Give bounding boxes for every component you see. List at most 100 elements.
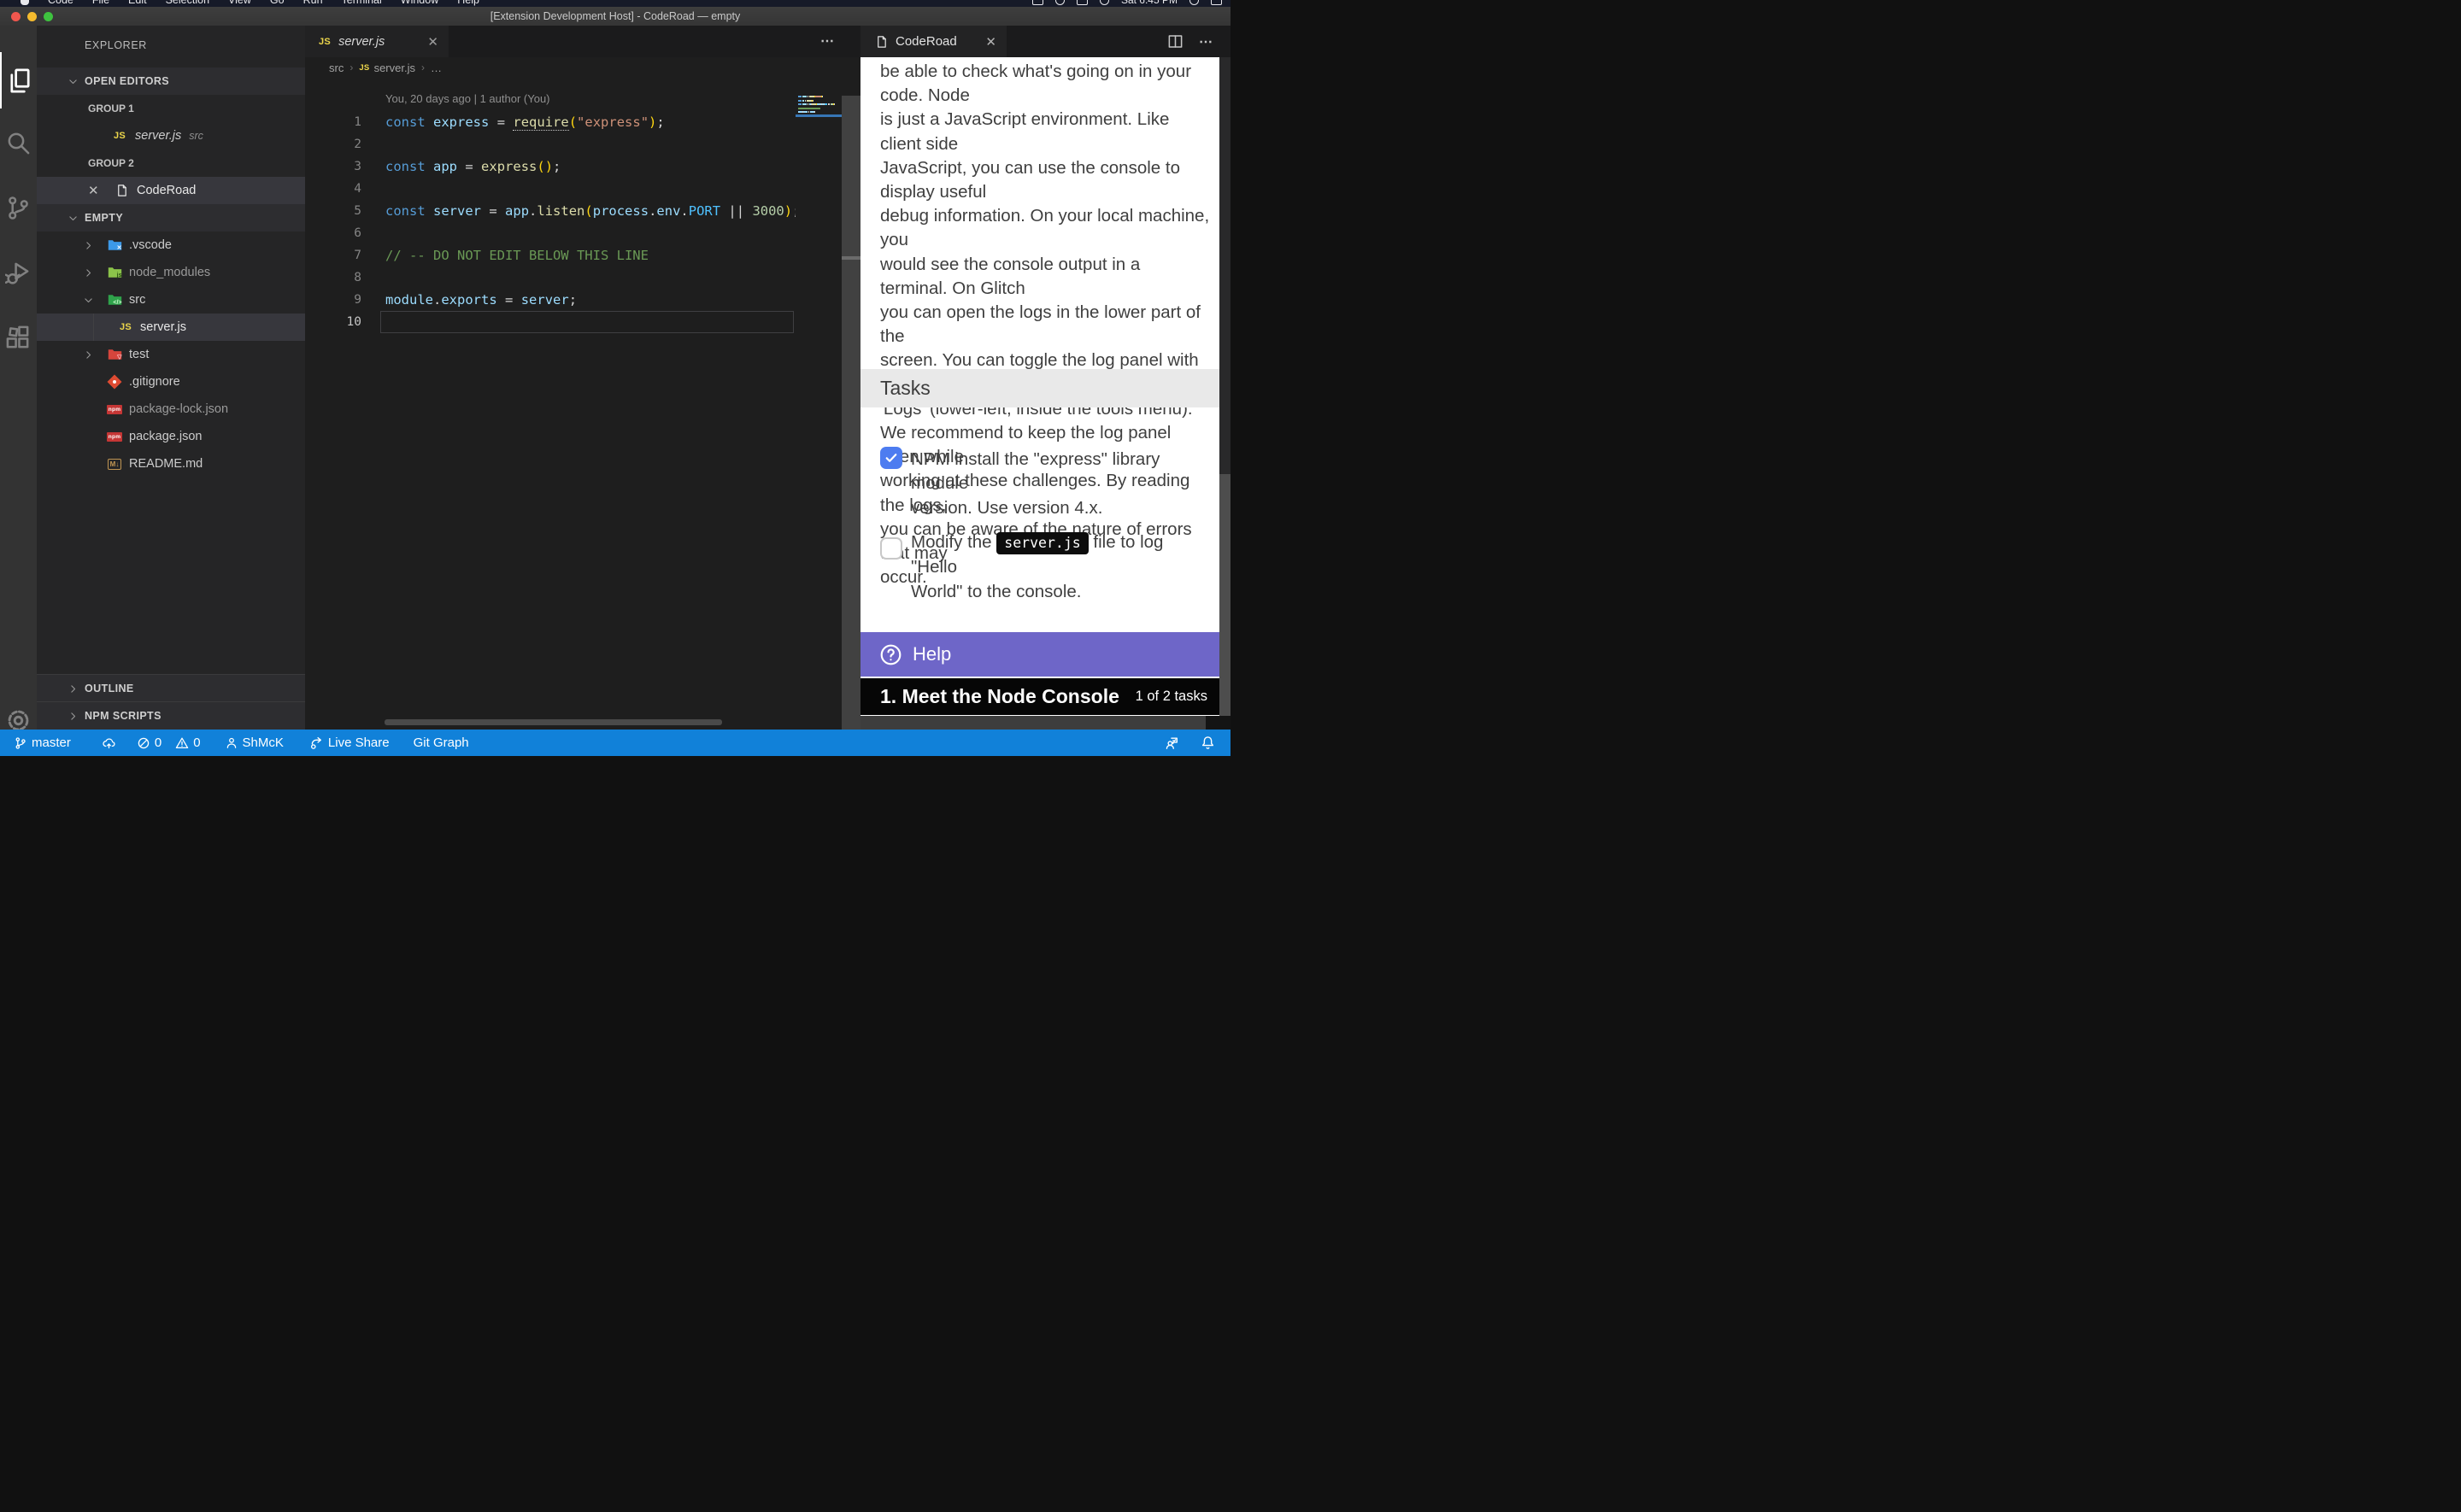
menu-item-window[interactable]: Window bbox=[401, 0, 438, 6]
help-icon bbox=[879, 643, 902, 666]
sidebar-item-package-lock.json[interactable]: npmpackage-lock.json bbox=[37, 396, 305, 423]
status-feedback-button[interactable] bbox=[1165, 735, 1180, 750]
tab-coderoad[interactable]: CodeRoad ✕ bbox=[860, 26, 1007, 57]
sidebar-item-node_modules[interactable]: jsnode_modules bbox=[37, 259, 305, 286]
code-lines: 1const express = require("express");23co… bbox=[305, 111, 860, 333]
activity-bar bbox=[0, 26, 37, 730]
menu-clock[interactable]: Sat 6:45 PM bbox=[1121, 0, 1178, 6]
status-bell-button[interactable] bbox=[1201, 735, 1215, 750]
status-cloud-upload[interactable] bbox=[102, 736, 116, 750]
sidebar-title: EXPLORER bbox=[85, 39, 147, 51]
status-problems[interactable]: 00 bbox=[137, 735, 201, 750]
more-actions-icon[interactable]: ⋯ bbox=[1199, 33, 1213, 50]
close-editor-icon[interactable]: ✕ bbox=[88, 183, 99, 198]
menu-status-icon[interactable] bbox=[1211, 0, 1222, 5]
tab-server-js[interactable]: JS server.js ✕ bbox=[305, 26, 449, 57]
sidebar-item-test[interactable]: ▽test bbox=[37, 341, 305, 368]
code-line-8[interactable]: 8 bbox=[305, 267, 860, 289]
code-line-10[interactable]: 10 bbox=[305, 311, 860, 333]
panel-bottom-strip bbox=[860, 716, 1206, 730]
sidebar-item-.vscode[interactable]: ✕.vscode bbox=[37, 231, 305, 259]
tab-label: CodeRoad bbox=[896, 34, 957, 49]
menu-status-icon[interactable] bbox=[1077, 0, 1088, 5]
activity-extensions[interactable] bbox=[0, 309, 37, 366]
menu-status-icon[interactable] bbox=[1032, 0, 1043, 5]
help-label: Help bbox=[913, 643, 951, 665]
status-shmck[interactable]: ShMcK bbox=[225, 735, 284, 750]
menu-status-icon[interactable] bbox=[1100, 0, 1109, 5]
activity-explorer[interactable] bbox=[0, 52, 38, 108]
code-line-6[interactable]: 6 bbox=[305, 222, 860, 244]
menu-item-edit[interactable]: Edit bbox=[128, 0, 147, 6]
section-npm-scripts[interactable]: NPM SCRIPTS bbox=[37, 701, 305, 730]
menu-item-help[interactable]: Help bbox=[457, 0, 479, 6]
sidebar-item-server.js[interactable]: JSserver.js bbox=[37, 314, 305, 341]
close-tab-icon[interactable]: ✕ bbox=[427, 34, 438, 50]
sidebar-item-readme.md[interactable]: M↓README.md bbox=[37, 450, 305, 478]
task-checkbox-checked[interactable] bbox=[880, 447, 902, 469]
close-tab-icon[interactable]: ✕ bbox=[985, 34, 996, 50]
menu-item-run[interactable]: Run bbox=[303, 0, 323, 6]
section-empty[interactable]: EMPTY bbox=[37, 204, 305, 231]
activity-run-debug[interactable] bbox=[0, 244, 37, 301]
section-open-editors[interactable]: OPEN EDITORS bbox=[37, 67, 305, 95]
menu-item-go[interactable]: Go bbox=[270, 0, 285, 6]
sidebar-item-package.json[interactable]: npmpackage.json bbox=[37, 423, 305, 450]
split-editor-icon[interactable] bbox=[1167, 33, 1184, 50]
code-line-9[interactable]: 9module.exports = server; bbox=[305, 289, 860, 311]
paragraph-line: debug information. On your local machine… bbox=[880, 204, 1212, 252]
window-title-bar: [Extension Development Host] - CodeRoad … bbox=[0, 7, 1230, 26]
status-master[interactable]: master bbox=[14, 735, 71, 750]
editor-horizontal-scrollbar[interactable] bbox=[385, 719, 722, 725]
breadcrumb-symbol[interactable]: … bbox=[431, 62, 442, 74]
menu-item-view[interactable]: View bbox=[228, 0, 251, 6]
status-git-graph[interactable]: Git Graph bbox=[414, 735, 469, 750]
code-line-5[interactable]: 5const server = app.listen(process.env.P… bbox=[305, 200, 860, 222]
line-number: 4 bbox=[305, 182, 361, 196]
code-editor[interactable]: You, 20 days ago | 1 author (You) 1const… bbox=[305, 78, 860, 730]
level-header[interactable]: 1. Meet the Node Console 1 of 2 tasks bbox=[860, 678, 1219, 715]
line-number: 7 bbox=[305, 249, 361, 262]
sidebar-item-src[interactable]: </>src bbox=[37, 286, 305, 314]
chevron-right-icon bbox=[83, 349, 94, 360]
minimap[interactable] bbox=[796, 78, 842, 730]
breadcrumb-folder[interactable]: src bbox=[329, 62, 344, 74]
code-line-4[interactable]: 4 bbox=[305, 178, 860, 200]
webview-scrollbar[interactable] bbox=[1219, 57, 1230, 716]
menu-item-selection[interactable]: Selection bbox=[166, 0, 209, 6]
code-line-2[interactable]: 2 bbox=[305, 133, 860, 155]
activity-search[interactable] bbox=[0, 114, 37, 171]
code-line-7[interactable]: 7// -- DO NOT EDIT BELOW THIS LINE bbox=[305, 244, 860, 267]
breadcrumb-file[interactable]: server.js bbox=[374, 62, 415, 74]
section-outline[interactable]: OUTLINE bbox=[37, 674, 305, 702]
status-live-share[interactable]: Live Share bbox=[309, 735, 390, 750]
apple-menu-icon[interactable] bbox=[21, 0, 29, 5]
editor-vertical-scrollbar[interactable] bbox=[842, 96, 860, 730]
menu-item-terminal[interactable]: Terminal bbox=[342, 0, 382, 6]
folder-icon: js bbox=[108, 267, 122, 278]
code-line-1[interactable]: 1const express = require("express"); bbox=[305, 111, 860, 133]
help-section[interactable]: Help bbox=[860, 632, 1219, 677]
vscode-window: Code File Edit Selection View Go Run Terminal Wi… bbox=[0, 0, 1230, 756]
paragraph-line: you can open the logs in the lower part … bbox=[880, 301, 1212, 349]
chevron-down-icon bbox=[68, 213, 79, 224]
menu-item-file[interactable]: File bbox=[92, 0, 109, 6]
sidebar-item-server.js[interactable]: JSserver.jssrc bbox=[37, 122, 305, 149]
menu-item-code[interactable]: Code bbox=[48, 0, 73, 6]
codelens-annotation[interactable]: You, 20 days ago | 1 author (You) bbox=[305, 92, 860, 111]
sidebar-item-.gitignore[interactable]: .gitignore bbox=[37, 368, 305, 396]
activity-source-control[interactable] bbox=[0, 179, 37, 236]
task-checkbox-unchecked[interactable] bbox=[880, 537, 902, 560]
scrollbar-thumb[interactable] bbox=[842, 256, 860, 260]
menu-status-icon[interactable] bbox=[1055, 0, 1065, 5]
chevron-down-icon bbox=[68, 76, 79, 87]
editor-more-actions-button[interactable]: ⋯ bbox=[820, 32, 835, 50]
line-number: 3 bbox=[305, 160, 361, 173]
tasks-section-header: Tasks bbox=[860, 369, 1219, 407]
live-share-icon bbox=[309, 735, 324, 750]
scrollbar-thumb[interactable] bbox=[1219, 474, 1230, 716]
js-file-icon: JS bbox=[359, 63, 369, 73]
code-line-3[interactable]: 3const app = express(); bbox=[305, 155, 860, 178]
sidebar-item-coderoad[interactable]: ✕CodeRoad bbox=[37, 177, 305, 204]
menu-status-icon[interactable] bbox=[1189, 0, 1199, 5]
